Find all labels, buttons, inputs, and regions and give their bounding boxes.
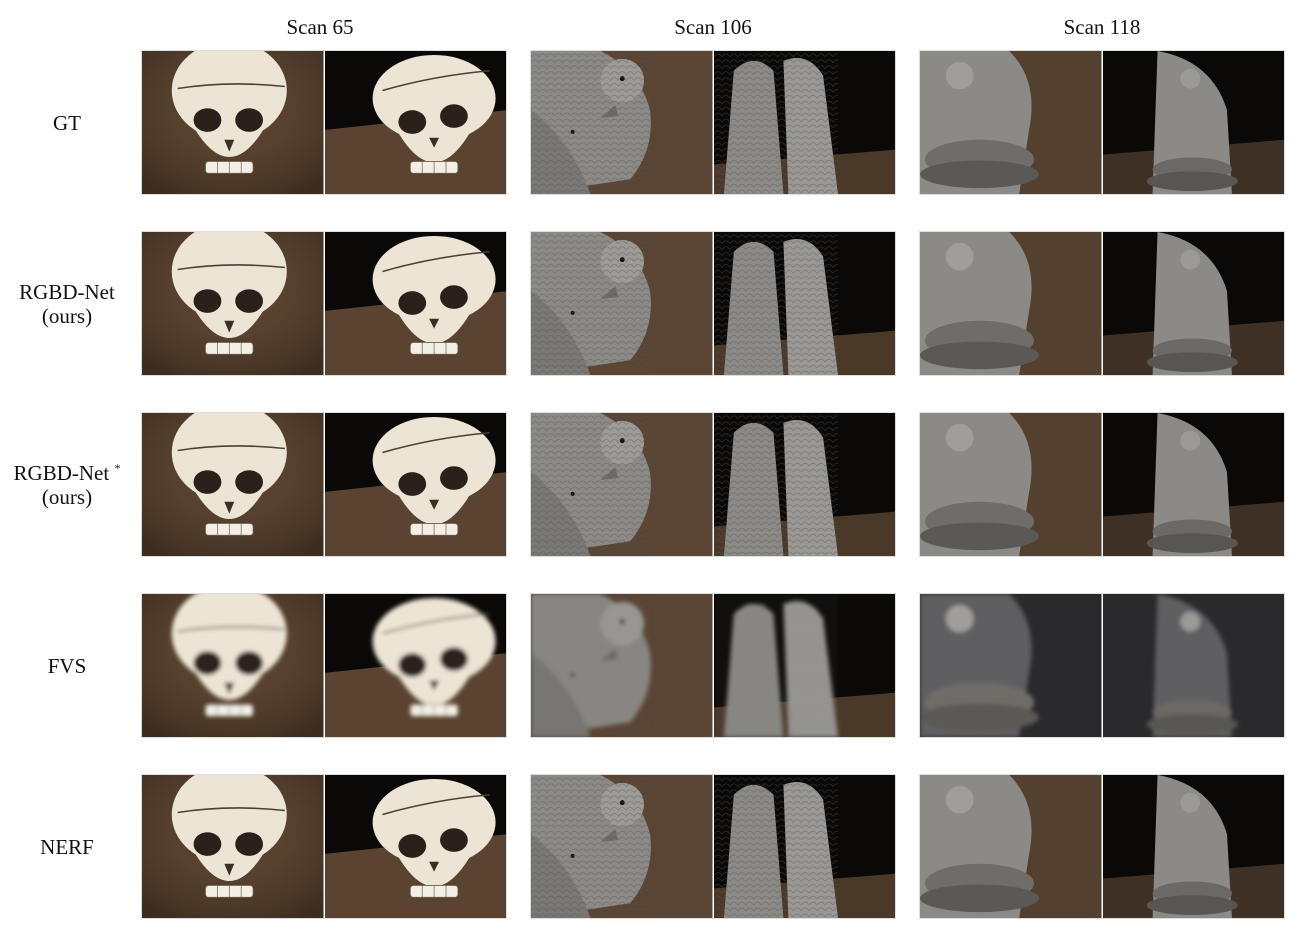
image-pair-rgbd-scan65 — [141, 231, 507, 376]
rendered-view-left — [920, 232, 1102, 375]
view-image — [324, 594, 506, 737]
rendered-view-left — [142, 594, 324, 737]
view-image — [142, 232, 324, 375]
row-label-text: FVS — [47, 653, 87, 678]
image-pair-gt-scan65 — [141, 50, 507, 195]
row-label-line1: RGBD-Net * — [14, 461, 121, 485]
image-pair-rgbd-scan118 — [919, 231, 1285, 376]
view-image — [324, 413, 506, 556]
row-label-line1: GT — [53, 111, 81, 135]
view-image — [920, 51, 1102, 194]
rendered-view-right — [713, 594, 895, 737]
row-label-line1: RGBD-Net — [19, 280, 115, 304]
rendered-view-left — [920, 594, 1102, 737]
row-label-line2: (ours) — [41, 484, 93, 509]
image-pair-fvs-scan106 — [530, 593, 896, 738]
row-label-star: * — [114, 460, 121, 475]
view-image — [1102, 594, 1284, 737]
row-label-line1: FVS — [48, 654, 87, 678]
view-image — [142, 51, 324, 194]
view-image — [713, 51, 895, 194]
view-image — [713, 775, 895, 918]
view-image — [142, 413, 324, 556]
row-label-fvs: FVS — [0, 593, 134, 738]
image-pair-fvs-scan65 — [141, 593, 507, 738]
view-image — [713, 413, 895, 556]
view-image — [531, 51, 713, 194]
image-pair-nerf-scan118 — [919, 774, 1285, 919]
view-image — [531, 594, 713, 737]
rendered-view-left — [531, 594, 713, 737]
rendered-view-left — [142, 51, 324, 194]
image-pair-rgbdstar-scan106 — [530, 412, 896, 557]
view-image — [713, 594, 895, 737]
image-pair-gt-scan118 — [919, 50, 1285, 195]
view-image — [324, 51, 506, 194]
rendered-view-right — [713, 232, 895, 375]
row-label-text: NERF — [40, 834, 94, 859]
view-image — [1102, 775, 1284, 918]
rendered-view-right — [324, 413, 506, 556]
view-image — [531, 413, 713, 556]
row-label-line1: NERF — [40, 835, 94, 859]
rendered-view-left — [531, 775, 713, 918]
rendered-view-right — [1102, 775, 1284, 918]
row-label-nerf: NERF — [0, 774, 134, 919]
rendered-view-left — [531, 51, 713, 194]
row-label-text: RGBD-Net — [13, 460, 110, 485]
rendered-view-left — [920, 413, 1102, 556]
view-image — [324, 232, 506, 375]
view-image — [142, 775, 324, 918]
view-image — [920, 413, 1102, 556]
view-image — [324, 775, 506, 918]
rendered-view-right — [324, 775, 506, 918]
column-header-scan118: Scan 118 — [1063, 15, 1141, 39]
rendered-view-right — [713, 775, 895, 918]
rendered-view-right — [324, 594, 506, 737]
view-image — [142, 594, 324, 737]
view-image — [1102, 413, 1284, 556]
rendered-view-left — [920, 51, 1102, 194]
rendered-view-left — [142, 413, 324, 556]
view-image — [531, 232, 713, 375]
row-label-text: RGBD-Net — [19, 279, 115, 304]
rendered-view-right — [324, 51, 506, 194]
rendered-view-left — [920, 775, 1102, 918]
view-image — [1102, 51, 1284, 194]
row-label-rgbd: RGBD-Net (ours) — [0, 231, 134, 376]
column-header-scan65: Scan 65 — [286, 15, 354, 39]
rendered-view-right — [713, 413, 895, 556]
rendered-view-right — [1102, 51, 1284, 194]
rendered-view-right — [324, 232, 506, 375]
image-pair-rgbdstar-scan65 — [141, 412, 507, 557]
view-image — [1102, 232, 1284, 375]
rendered-view-right — [1102, 413, 1284, 556]
image-pair-rgbdstar-scan118 — [919, 412, 1285, 557]
image-pair-nerf-scan65 — [141, 774, 507, 919]
view-image — [920, 775, 1102, 918]
view-image — [713, 232, 895, 375]
view-image — [920, 594, 1102, 737]
rendered-view-right — [1102, 232, 1284, 375]
image-pair-nerf-scan106 — [530, 774, 896, 919]
rendered-view-right — [713, 51, 895, 194]
row-label-text: GT — [53, 110, 81, 135]
rendered-view-left — [531, 232, 713, 375]
view-image — [531, 775, 713, 918]
rendered-view-left — [531, 413, 713, 556]
image-pair-rgbd-scan106 — [530, 231, 896, 376]
image-pair-fvs-scan118 — [919, 593, 1285, 738]
row-label-gt: GT — [0, 50, 134, 195]
rendered-view-left — [142, 775, 324, 918]
column-header-scan106: Scan 106 — [674, 15, 752, 39]
view-image — [920, 232, 1102, 375]
image-pair-gt-scan106 — [530, 50, 896, 195]
rendered-view-left — [142, 232, 324, 375]
rendered-view-right — [1102, 594, 1284, 737]
row-label-line2: (ours) — [41, 303, 93, 328]
row-label-rgbdstar: RGBD-Net * (ours) — [0, 412, 134, 557]
